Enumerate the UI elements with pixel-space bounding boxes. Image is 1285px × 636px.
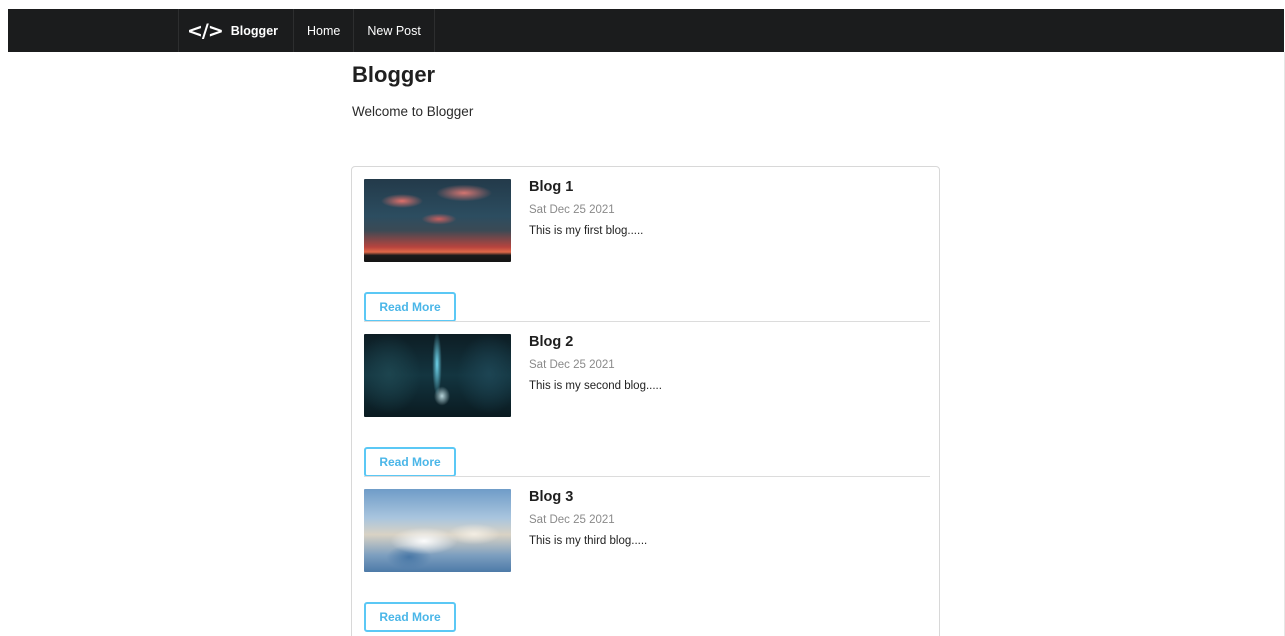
post-title: Blog 2 xyxy=(529,334,574,350)
read-more-button[interactable]: Read More xyxy=(364,447,456,477)
post-description: This is my first blog..... xyxy=(529,225,644,237)
blog-post-item: Blog 2 Sat Dec 25 2021 This is my second… xyxy=(364,322,930,477)
blog-post-item: Blog 3 Sat Dec 25 2021 This is my third … xyxy=(364,477,930,632)
post-date: Sat Dec 25 2021 xyxy=(529,359,615,371)
brand-link[interactable]: </> Blogger xyxy=(178,9,295,52)
post-date: Sat Dec 25 2021 xyxy=(529,204,615,216)
post-title: Blog 3 xyxy=(529,489,574,505)
blog-list-card: Blog 1 Sat Dec 25 2021 This is my first … xyxy=(351,166,940,636)
ice-cave-light-image xyxy=(364,334,511,417)
nav-item-home[interactable]: Home xyxy=(294,9,355,52)
read-more-button[interactable]: Read More xyxy=(364,292,456,322)
navbar-menu: </> Blogger Home New Post xyxy=(178,9,435,52)
post-description: This is my second blog..... xyxy=(529,380,662,392)
page: </> Blogger Home New Post Blogger Welcom… xyxy=(0,0,1285,636)
post-date: Sat Dec 25 2021 xyxy=(529,514,615,526)
blog-post-item: Blog 1 Sat Dec 25 2021 This is my first … xyxy=(364,167,930,322)
read-more-button[interactable]: Read More xyxy=(364,602,456,632)
sunset-clouds-image xyxy=(364,179,511,262)
post-description: This is my third blog..... xyxy=(529,535,648,547)
brand-label: Blogger xyxy=(230,23,279,38)
page-title: Blogger xyxy=(352,62,436,87)
post-title: Blog 1 xyxy=(529,179,574,195)
code-brackets-icon: </> xyxy=(187,19,224,42)
page-subtitle: Welcome to Blogger xyxy=(352,104,474,119)
sky-clouds-image xyxy=(364,489,511,572)
top-navbar: </> Blogger Home New Post xyxy=(8,9,1284,52)
nav-item-new-post[interactable]: New Post xyxy=(354,9,435,52)
